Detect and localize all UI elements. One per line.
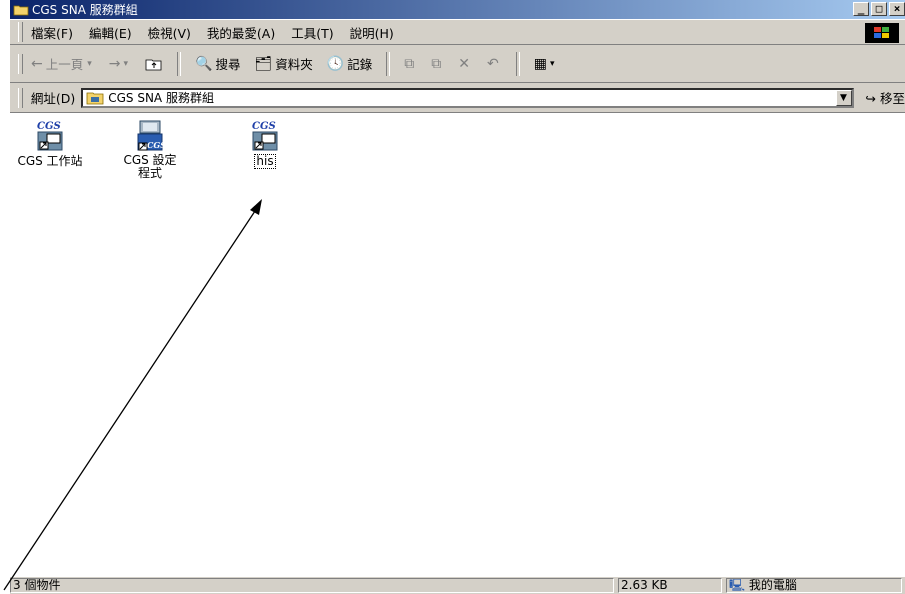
list-item[interactable]: CGS CGS 設定程式: [110, 120, 190, 180]
folders-icon: 🗂: [254, 55, 273, 72]
toolbar: ← 上一頁 ▾ → ▾ 🔍 搜尋 🗂 資料夾 🕓 記錄 ⧉ ⧉ ✕ ↶ ▦ ▾: [10, 45, 905, 83]
cgs-shortcut-icon: CGS: [37, 121, 63, 151]
up-folder-button[interactable]: [145, 57, 163, 71]
list-item[interactable]: CGS his: [225, 120, 305, 169]
undo-button[interactable]: ↶: [487, 56, 502, 72]
menu-bar: 檔案(F) 編輯(E) 檢視(V) 我的最愛(A) 工具(T) 說明(H): [10, 19, 905, 45]
delete-icon: ✕: [458, 55, 470, 72]
back-button[interactable]: ← 上一頁 ▾: [31, 54, 95, 73]
toolbar-separator: [515, 51, 520, 76]
go-label: 移至: [879, 91, 905, 106]
item-label: CGS 設定程式: [123, 153, 177, 180]
search-button[interactable]: 🔍 搜尋: [195, 54, 240, 73]
status-zone: 🖳 我的電腦: [726, 578, 902, 593]
address-grip[interactable]: [18, 87, 23, 108]
computer-icon: 🖳: [729, 578, 746, 592]
menu-view[interactable]: 檢視(V): [148, 23, 191, 42]
windows-logo-icon: [865, 23, 899, 43]
back-label: 上一頁: [45, 57, 84, 72]
move-to-icon: ⧉: [404, 55, 415, 72]
menu-edit[interactable]: 編輯(E): [89, 23, 132, 42]
address-value: CGS SNA 服務群組: [108, 91, 214, 105]
explorer-window: CGS SNA 服務群組 _ □ × 檔案(F) 編輯(E) 檢視(V) 我的最…: [10, 0, 905, 594]
forward-arrow-icon: →: [108, 55, 121, 72]
chevron-down-icon: ▾: [123, 58, 129, 69]
menu-help[interactable]: 說明(H): [350, 23, 394, 42]
toolbar-separator: [177, 51, 182, 76]
cgs-shortcut-icon: CGS: [252, 121, 278, 151]
forward-button[interactable]: → ▾: [109, 56, 131, 72]
address-bar: 網址(D) CGS SNA 服務群組 ▼ ↪ 移至: [10, 83, 905, 113]
folders-label: 資料夾: [275, 57, 313, 72]
search-icon: 🔍: [195, 55, 213, 72]
menu-file[interactable]: 檔案(F): [31, 23, 73, 42]
svg-text:CGS: CGS: [252, 121, 276, 132]
history-icon: 🕓: [326, 55, 345, 72]
chevron-down-icon: ▾: [87, 58, 92, 69]
minimize-button[interactable]: _: [853, 2, 869, 16]
toolbar-separator: [386, 51, 391, 76]
copy-to-icon: ⧉: [431, 55, 442, 72]
search-label: 搜尋: [215, 57, 241, 72]
status-zone-label: 我的電腦: [748, 578, 797, 592]
history-label: 記錄: [347, 57, 373, 72]
maximize-button[interactable]: □: [871, 2, 887, 16]
chevron-down-icon: ▾: [549, 58, 555, 69]
menu-tools[interactable]: 工具(T): [291, 23, 333, 42]
cgs-setup-icon: CGS: [137, 120, 166, 151]
toolbar-grip[interactable]: [18, 53, 23, 74]
svg-text:CGS: CGS: [147, 140, 166, 150]
go-button[interactable]: ↪ 移至: [866, 88, 905, 107]
folders-button[interactable]: 🗂 資料夾: [255, 54, 313, 73]
title-bar[interactable]: CGS SNA 服務群組 _ □ ×: [10, 0, 905, 19]
folder-icon: [13, 5, 29, 15]
status-bar: 3 個物件 2.63 KB 🖳 我的電腦: [10, 577, 905, 594]
undo-icon: ↶: [486, 55, 499, 72]
up-folder-icon: [145, 59, 162, 70]
folder-network-icon: [86, 92, 104, 104]
copy-to-button[interactable]: ⧉: [431, 56, 444, 72]
delete-button[interactable]: ✕: [458, 56, 473, 72]
move-to-button[interactable]: ⧉: [404, 56, 417, 72]
back-arrow-icon: ←: [31, 55, 43, 72]
status-size: 2.63 KB: [618, 578, 722, 593]
go-arrow-icon: ↪: [865, 91, 876, 106]
views-icon: ▦: [533, 55, 547, 72]
svg-text:CGS: CGS: [37, 121, 61, 132]
list-item[interactable]: CGS CGS 工作站: [10, 120, 90, 168]
status-count: 3 個物件: [10, 578, 614, 593]
address-label: 網址(D): [30, 91, 76, 106]
window-title: CGS SNA 服務群組: [32, 3, 138, 17]
views-button[interactable]: ▦ ▾: [534, 56, 558, 72]
menu-favorites[interactable]: 我的最愛(A): [207, 23, 275, 42]
item-label-selected: his: [254, 154, 276, 169]
close-button[interactable]: ×: [889, 2, 905, 16]
item-label: CGS 工作站: [17, 154, 83, 168]
file-list-pane[interactable]: CGS CGS 工作站 CGS CGS 設定程式 CGS his: [10, 113, 905, 577]
menu-grip[interactable]: [18, 22, 23, 42]
address-dropdown-button[interactable]: ▼: [835, 89, 852, 106]
address-field[interactable]: CGS SNA 服務群組 ▼: [81, 87, 854, 108]
history-button[interactable]: 🕓 記錄: [327, 54, 372, 73]
